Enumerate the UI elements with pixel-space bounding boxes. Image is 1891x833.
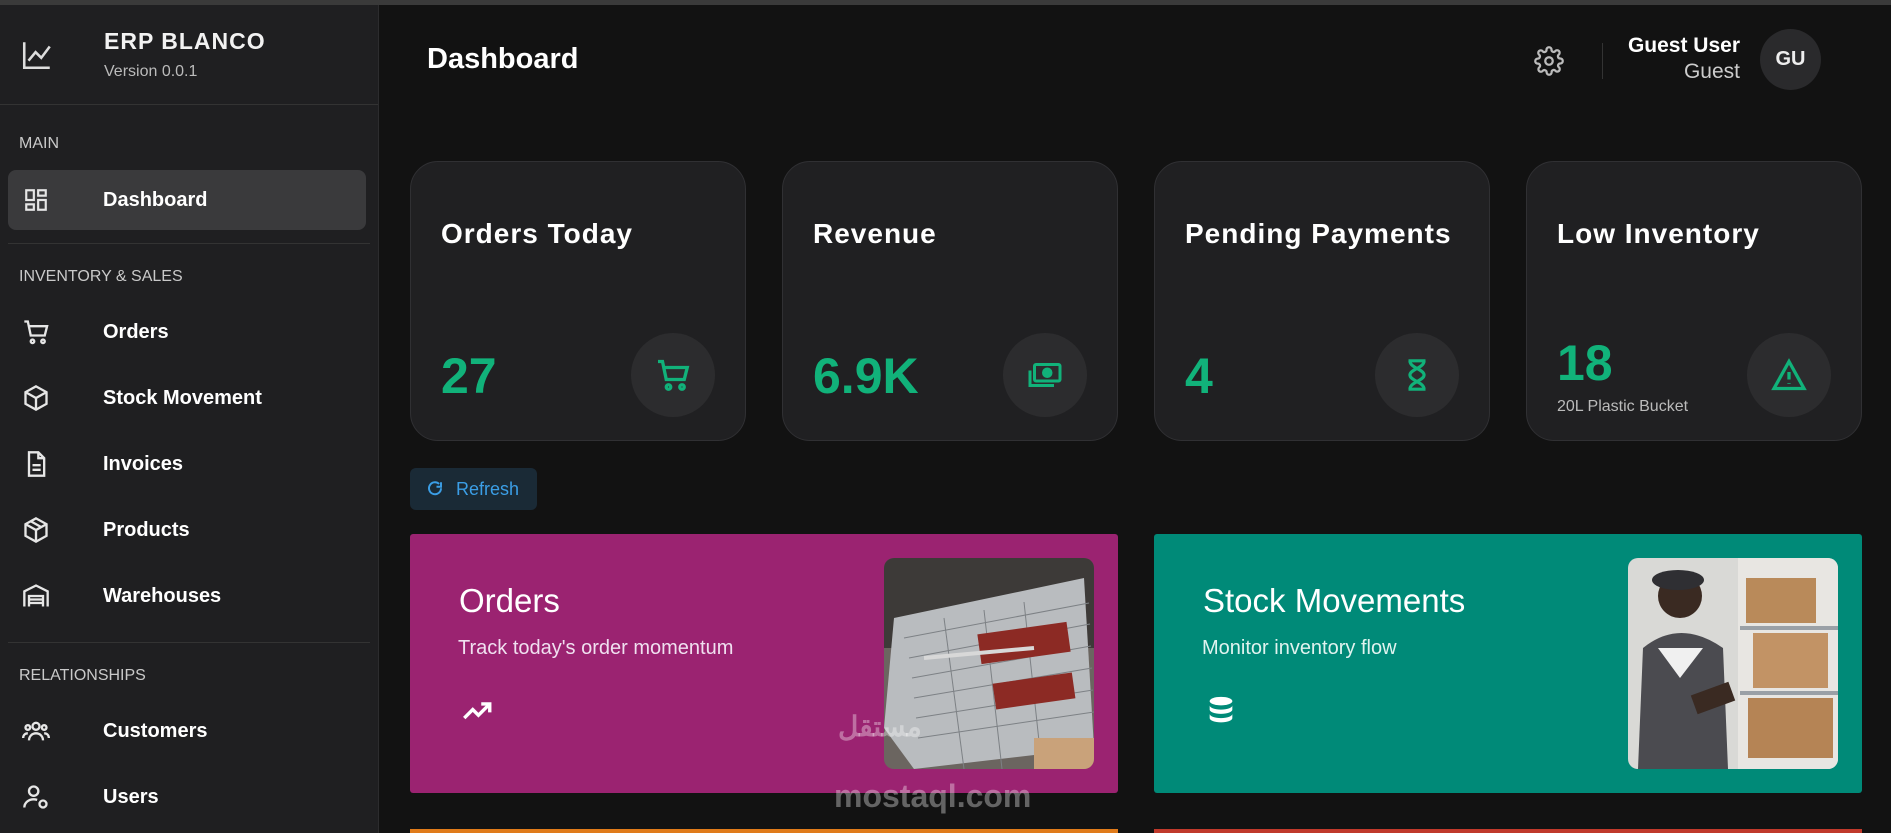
avatar[interactable]: GU [1760,29,1821,90]
chart-line-icon [22,41,51,69]
warning-icon [1747,333,1831,417]
gear-icon[interactable] [1534,46,1564,76]
stat-value: 4 [1185,348,1213,404]
cart-icon [631,333,715,417]
feature-title: Stock Movements [1203,582,1466,619]
stat-value: 18 [1557,335,1613,391]
sidebar-item-warehouses[interactable]: Warehouses [0,563,378,629]
header-divider [1602,43,1603,79]
stat-value: 27 [441,348,497,404]
people-icon [20,715,52,747]
sidebar-item-users[interactable]: Users [0,764,378,830]
cube-icon [20,382,52,414]
feature-title: Orders [459,582,560,619]
stat-card-pending-payments: Pending Payments 4 [1154,161,1490,441]
app-name: ERP BLANCO [104,28,266,54]
section-relationships: RELATIONSHIPS [19,667,146,684]
hourglass-icon [1375,333,1459,417]
trending-up-icon [463,702,492,720]
user-role: Guest [1683,60,1740,83]
feature-subtitle: Monitor inventory flow [1202,637,1397,659]
feature-card-strip-orange [410,829,1118,833]
stat-card-low-inventory: Low Inventory 18 20L Plastic Bucket [1526,161,1862,441]
sidebar-item-label: Users [103,785,159,808]
feature-card-strip-red [1154,829,1862,833]
sidebar-item-customers[interactable]: Customers [0,698,378,764]
sidebar-item-label: Stock Movement [103,386,262,409]
stat-title: Low Inventory [1557,218,1760,249]
warehouse-icon [20,580,52,612]
feature-subtitle: Track today's order momentum [458,637,734,659]
stat-card-orders-today: Orders Today 27 [410,161,746,441]
refresh-icon [428,481,442,496]
warehouse-worker-photo [1628,558,1838,769]
sidebar-item-label: Customers [103,719,208,742]
sidebar-item-label: Orders [103,320,169,343]
sidebar-item-orders[interactable]: Orders [0,299,378,365]
page-title: Dashboard [427,43,579,75]
sidebar-item-label: Invoices [103,452,184,475]
watermark-arabic: مستقل [838,711,922,742]
dashboard-icon [20,184,52,216]
box-icon [20,514,52,546]
stat-card-revenue: Revenue 6.9K [782,161,1118,441]
section-inventory-sales: INVENTORY & SALES [19,268,183,285]
stat-title: Revenue [813,218,937,249]
feature-card-orders[interactable]: Orders Track today's order momentum [410,534,1118,793]
stat-value: 6.9K [813,348,919,404]
stat-subtitle: 20L Plastic Bucket [1557,398,1689,415]
app-version: Version 0.0.1 [104,63,198,80]
sidebar: ERP BLANCO Version 0.0.1 MAIN Dashboard … [0,5,379,833]
database-icon [1209,696,1233,723]
sidebar-item-dashboard[interactable]: Dashboard [8,170,366,230]
sidebar-item-invoices[interactable]: Invoices [0,431,378,497]
sidebar-item-stock-movement[interactable]: Stock Movement [0,365,378,431]
refresh-button[interactable]: Refresh [410,468,537,510]
sidebar-item-products[interactable]: Products [0,497,378,563]
user-gear-icon [20,781,52,813]
sidebar-item-label: Products [103,518,190,541]
refresh-label: Refresh [456,478,520,499]
stat-title: Orders Today [441,218,633,249]
sidebar-item-label: Dashboard [103,188,208,211]
brand: ERP BLANCO Version 0.0.1 [0,5,378,105]
feature-card-stock-movements[interactable]: Stock Movements Monitor inventory flow [1154,534,1862,793]
user-name: Guest User [1627,34,1740,57]
watermark-latin: mostaql.com [834,778,1032,814]
money-icon [1003,333,1087,417]
stat-title: Pending Payments [1185,218,1452,249]
cart-icon [20,316,52,348]
sidebar-item-label: Warehouses [103,584,222,607]
top-header: Dashboard Guest User Guest GU [380,5,1891,115]
section-main: MAIN [19,135,59,152]
document-icon [20,448,52,480]
